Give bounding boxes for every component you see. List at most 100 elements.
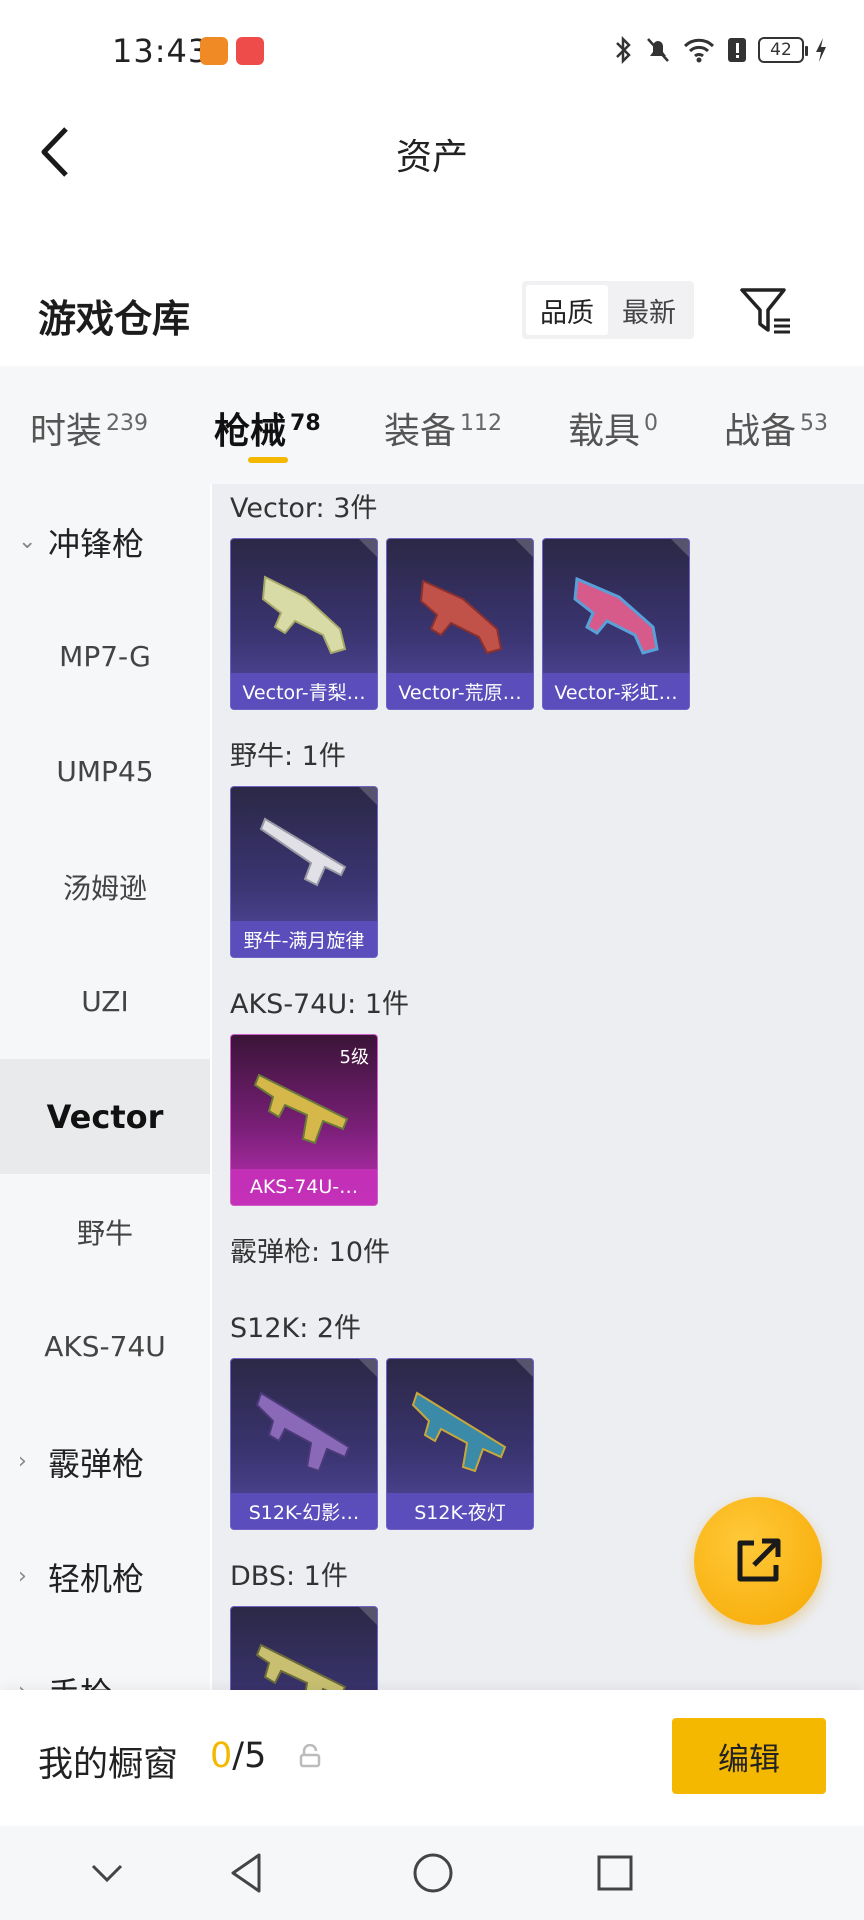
nav-home-button[interactable] <box>408 1848 458 1898</box>
card-corner-decoration <box>515 1359 533 1377</box>
group-title: AKS-74U: 1件 <box>230 989 410 1020</box>
sidebar-item-uzi[interactable]: UZI <box>0 944 210 1059</box>
showcase-label: 我的橱窗 <box>38 1745 179 1785</box>
sort-newest-button[interactable]: 最新 <box>608 285 690 335</box>
showcase-count: 0/5 <box>210 1736 266 1776</box>
bluetooth-icon <box>616 35 631 65</box>
active-tab-indicator <box>248 457 288 463</box>
battery-indicator: 42 <box>758 37 808 63</box>
showcase-total: /5 <box>232 1736 267 1776</box>
showcase-current: 0 <box>210 1736 233 1776</box>
showcase-bar: 我的橱窗 0/5 编辑 <box>0 1690 864 1826</box>
card-corner-decoration <box>359 1607 377 1625</box>
group-title: Vector: 3件 <box>230 493 378 524</box>
group-title: DBS: 1件 <box>230 1561 348 1592</box>
sidebar-item-label: 轻机枪 <box>48 1559 145 1598</box>
item-card[interactable]: Vector-荒原… <box>386 538 534 710</box>
shop-notification-icon <box>236 37 264 65</box>
vector-skin-icon <box>419 579 503 655</box>
item-level-badge: 5级 <box>339 1047 369 1068</box>
sidebar-category-pistol[interactable]: › 手枪 <box>0 1634 210 1691</box>
nav-recents-button[interactable] <box>590 1848 640 1898</box>
warehouse-title: 游戏仓库 <box>38 297 191 341</box>
filter-button[interactable] <box>738 284 794 340</box>
alert-icon <box>728 38 746 62</box>
item-name: 野牛-满月旋律 <box>231 921 377 957</box>
chevron-right-icon: › <box>18 1564 27 1589</box>
s12k-skin-icon <box>411 1391 507 1473</box>
vector-skin-icon <box>573 576 659 655</box>
sidebar-item-aks74u[interactable]: AKS-74U <box>0 1289 210 1404</box>
sort-quality-button[interactable]: 品质 <box>526 285 608 335</box>
page-title: 资产 <box>395 137 468 178</box>
sidebar-category-shotgun[interactable]: › 霰弹枪 <box>0 1404 210 1519</box>
share-external-icon <box>737 1538 781 1582</box>
card-corner-decoration <box>515 539 533 557</box>
sidebar-item-label: 霰弹枪 <box>48 1444 145 1483</box>
s12k-skin-icon <box>255 1391 351 1473</box>
tab-label: 装备 <box>384 411 457 452</box>
weapon-sidebar: ⌄ 冲锋枪 MP7-G UMP45 汤姆逊 UZI Vector 野牛 AKS-7… <box>0 484 210 1690</box>
tab-vehicles[interactable]: 载具 0 <box>568 402 658 454</box>
card-corner-decoration <box>671 539 689 557</box>
tab-count: 0 <box>644 411 659 436</box>
chevron-right-icon: › <box>18 1449 27 1474</box>
item-card[interactable]: Vector-彩虹… <box>542 538 690 710</box>
square-recents-icon <box>597 1855 633 1891</box>
vector-skin-icon <box>261 575 347 655</box>
edit-button[interactable]: 编辑 <box>672 1718 826 1794</box>
app-notification-icon <box>200 37 228 65</box>
tab-count: 112 <box>460 411 503 436</box>
item-name: S12K-夜灯 <box>387 1493 533 1529</box>
triangle-back-icon <box>231 1853 261 1893</box>
status-bar: 13:43 42 <box>0 0 864 100</box>
item-name: Vector-青梨… <box>231 673 377 709</box>
sidebar-item-vector[interactable]: Vector <box>0 1059 210 1174</box>
tab-count: 53 <box>800 411 829 436</box>
tab-count: 78 <box>290 411 321 436</box>
bizon-skin-icon <box>259 817 347 887</box>
item-card[interactable]: 野牛-满月旋律 <box>230 786 378 958</box>
sidebar-item-thompson[interactable]: 汤姆逊 <box>0 829 210 944</box>
status-icons: 42 <box>612 32 828 68</box>
card-corner-decoration <box>359 1359 377 1377</box>
category-tabs: 时装 239 枪械 78 装备 112 载具 0 战备 53 <box>0 366 864 484</box>
item-card[interactable]: S12K-幻影… <box>230 1358 378 1530</box>
item-name: Vector-彩虹… <box>543 673 689 709</box>
group-title: 霰弹枪: 10件 <box>230 1237 391 1268</box>
card-corner-decoration <box>359 539 377 557</box>
item-card[interactable] <box>230 1606 378 1690</box>
item-name: AKS-74U-… <box>231 1169 377 1205</box>
wifi-icon <box>683 38 715 63</box>
battery-level: 42 <box>770 40 792 60</box>
sidebar-item-ump45[interactable]: UMP45 <box>0 714 210 829</box>
tab-supplies[interactable]: 战备 53 <box>724 402 828 454</box>
filter-icon <box>740 288 790 334</box>
item-card[interactable]: 5级 AKS-74U-… <box>230 1034 378 1206</box>
lock-icon <box>299 1744 321 1768</box>
sidebar-category-smg[interactable]: ⌄ 冲锋枪 <box>0 484 210 599</box>
chevron-down-icon: ⌄ <box>18 529 37 554</box>
sidebar-item-bizon[interactable]: 野牛 <box>0 1174 210 1289</box>
sidebar-item-mp7g[interactable]: MP7-G <box>0 599 210 714</box>
item-card[interactable]: Vector-青梨… <box>230 538 378 710</box>
status-time: 13:43 <box>112 32 210 70</box>
group-title: S12K: 2件 <box>230 1313 362 1344</box>
sidebar-category-lmg[interactable]: › 轻机枪 <box>0 1519 210 1634</box>
aks74u-skin-icon <box>253 1073 349 1145</box>
group-title: 野牛: 1件 <box>230 741 346 772</box>
item-name: S12K-幻影… <box>231 1493 377 1529</box>
sidebar-item-label: 冲锋枪 <box>48 524 145 563</box>
tab-firearms[interactable]: 枪械 78 <box>214 402 321 454</box>
nav-back-button[interactable] <box>222 1848 272 1898</box>
tab-equipment[interactable]: 装备 112 <box>384 402 502 454</box>
tab-count: 239 <box>106 411 149 436</box>
mute-bell-icon <box>647 38 669 62</box>
item-card[interactable]: S12K-夜灯 <box>386 1358 534 1530</box>
charging-icon <box>816 38 826 62</box>
nav-collapse-button[interactable] <box>82 1848 132 1898</box>
sidebar-item-label: 手枪 <box>48 1669 112 1691</box>
tab-fashion[interactable]: 时装 239 <box>30 402 148 454</box>
share-fab-button[interactable] <box>694 1497 822 1625</box>
tab-label: 战备 <box>724 411 797 452</box>
